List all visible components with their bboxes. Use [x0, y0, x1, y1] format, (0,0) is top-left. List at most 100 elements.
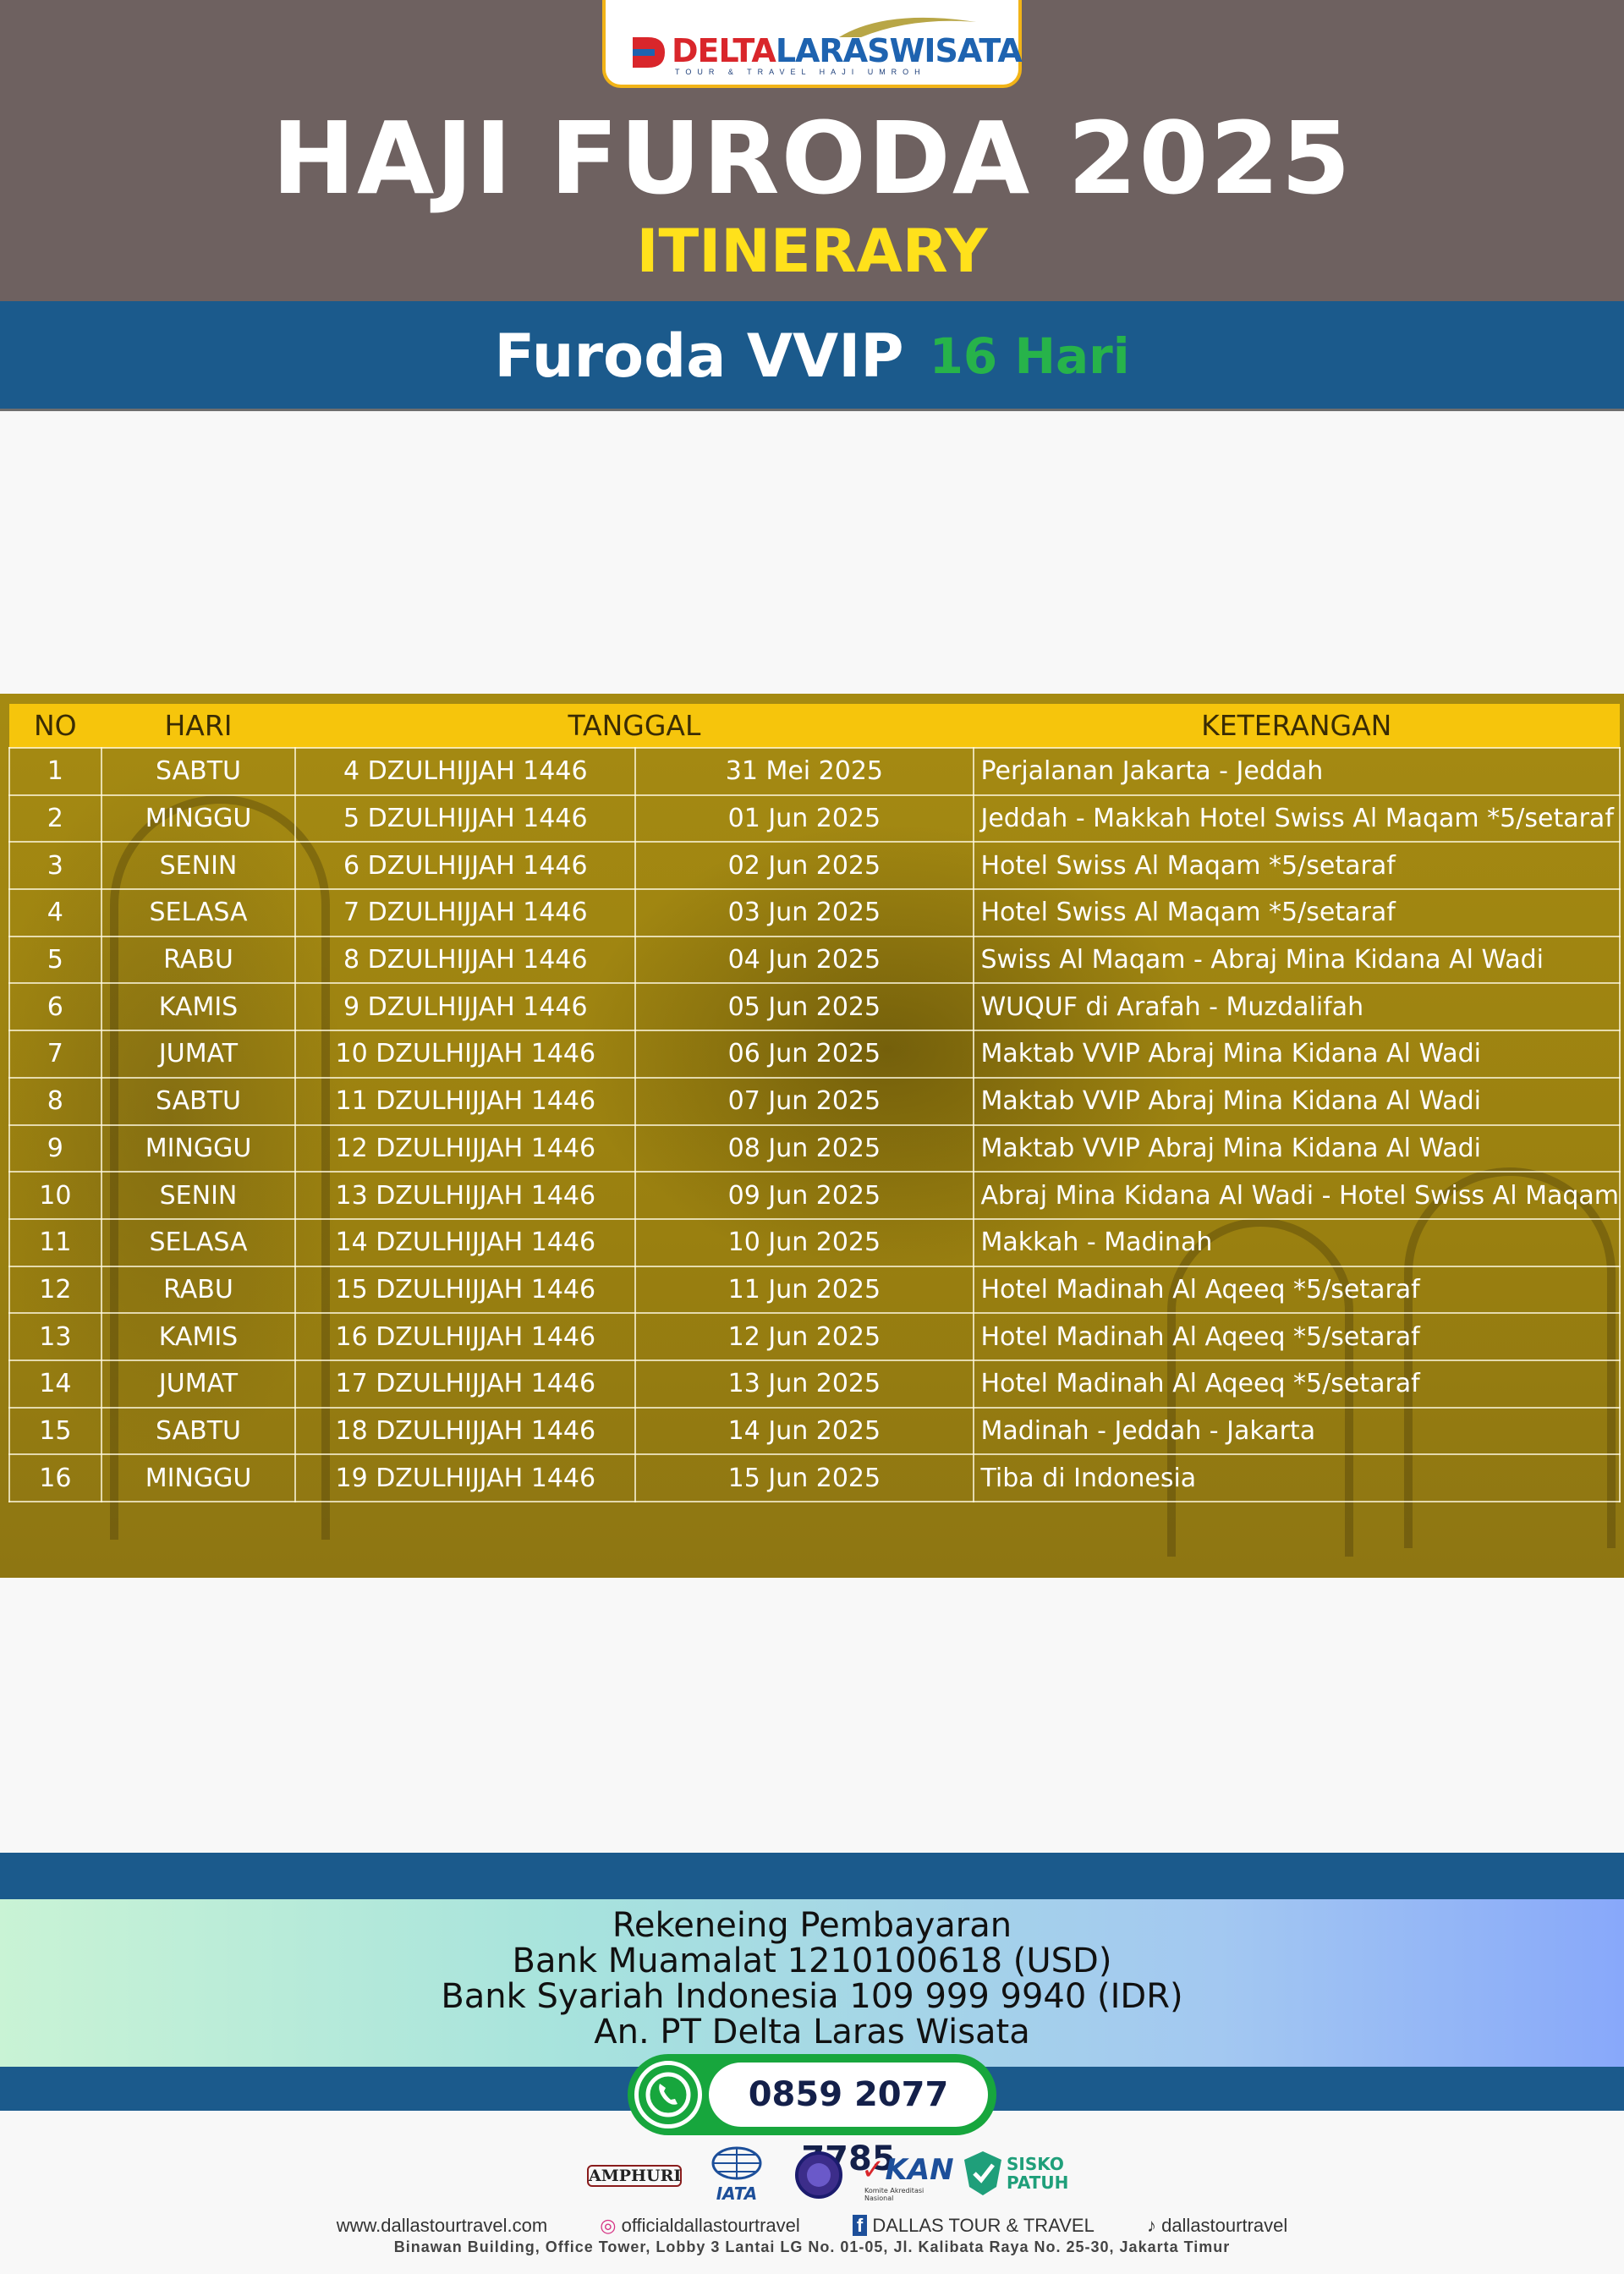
table-row: 16 MINGGU 19 DZULHIJJAH 1446 15 Jun 2025 Tib… [8, 1453, 1621, 1502]
table-row: 6 KAMIS 9 DZULHIJJAH 1446 05 Jun 2025 WUQUF … [8, 982, 1621, 1032]
cell-hijri-date: 14 DZULHIJJAH 1446 [294, 1217, 637, 1267]
cell-keterangan: Maktab VVIP Abraj Mina Kidana Al Wadi [972, 1123, 1621, 1173]
cell-keterangan: Hotel Madinah Al Aqeeq *5/setaraf [972, 1359, 1621, 1409]
cell-hijri-date: 9 DZULHIJJAH 1446 [294, 982, 637, 1032]
itinerary-page: DELTALARASWISATA TOUR & TRAVEL HAJI UMRO… [0, 0, 1624, 2274]
sisko-text: SISKO [1007, 2154, 1064, 2174]
cell-keterangan: Makkah - Madinah [972, 1217, 1621, 1267]
cell-hijri-date: 6 DZULHIJJAH 1446 [294, 841, 637, 891]
facebook-icon: f [852, 2215, 868, 2236]
cell-hari: KAMIS [100, 1312, 297, 1361]
cell-keterangan: Perjalanan Jakarta - Jeddah [972, 747, 1621, 796]
bank-muamalat: Bank Muamalat 1210100618 (USD) [512, 1942, 1112, 1980]
cell-gregorian-date: 05 Jun 2025 [634, 982, 974, 1032]
cell-gregorian-date: 04 Jun 2025 [634, 935, 974, 985]
cell-hari: KAMIS [100, 982, 297, 1032]
cell-hijri-date: 8 DZULHIJJAH 1446 [294, 935, 637, 985]
header: DELTALARASWISATA TOUR & TRAVEL HAJI UMRO… [0, 0, 1624, 301]
globe-icon [711, 2146, 762, 2180]
cell-hari: JUMAT [100, 1030, 297, 1079]
instagram-icon: ◎ [600, 2215, 617, 2236]
cell-no: 7 [8, 1030, 102, 1079]
cell-no: 3 [8, 841, 102, 891]
cell-gregorian-date: 10 Jun 2025 [634, 1217, 974, 1267]
office-address: Binawan Building, Office Tower, Lobby 3 … [393, 2238, 1231, 2255]
cell-no: 9 [8, 1123, 102, 1173]
cell-keterangan: Maktab VVIP Abraj Mina Kidana Al Wadi [972, 1076, 1621, 1126]
logo-mark-icon [633, 37, 665, 68]
cell-gregorian-date: 09 Jun 2025 [634, 1171, 974, 1220]
page-subtitle: ITINERARY [636, 217, 988, 286]
cell-hijri-date: 12 DZULHIJJAH 1446 [294, 1123, 637, 1173]
table-body: 1 SABTU 4 DZULHIJJAH 1446 31 Mei 2025 Perjal… [8, 747, 1621, 1502]
table-row: 13 KAMIS 16 DZULHIJJAH 1446 12 Jun 2025 Hote… [8, 1312, 1621, 1361]
cell-keterangan: Hotel Swiss Al Maqam *5/setaraf [972, 841, 1621, 891]
social-links: www.dallastourtravel.com ◎ officialdalla… [0, 2215, 1624, 2237]
cell-no: 10 [8, 1171, 102, 1220]
cell-keterangan: Hotel Madinah Al Aqeeq *5/setaraf [972, 1312, 1621, 1361]
cell-gregorian-date: 12 Jun 2025 [634, 1312, 974, 1361]
tiktok-link[interactable]: ♪ dallastourtravel [1147, 2215, 1287, 2236]
logo-swoosh-icon [839, 17, 976, 37]
table-row: 12 RABU 15 DZULHIJJAH 1446 11 Jun 2025 Hotel… [8, 1265, 1621, 1315]
page-title: HAJI FURODA 2025 [272, 100, 1352, 217]
cell-keterangan: Jeddah - Makkah Hotel Swiss Al Maqam *5/… [972, 794, 1621, 843]
cell-no: 1 [8, 747, 102, 796]
cell-keterangan: Tiba di Indonesia [972, 1453, 1621, 1502]
cell-hari: MINGGU [100, 1123, 297, 1173]
cell-gregorian-date: 15 Jun 2025 [634, 1453, 974, 1502]
website-link[interactable]: www.dallastourtravel.com [337, 2215, 547, 2236]
cell-keterangan: Swiss Al Maqam - Abraj Mina Kidana Al Wa… [972, 935, 1621, 985]
instagram-link[interactable]: ◎ officialdallastourtravel [600, 2215, 799, 2236]
cell-hari: SENIN [100, 1171, 297, 1220]
cell-no: 6 [8, 982, 102, 1032]
cell-gregorian-date: 13 Jun 2025 [634, 1359, 974, 1409]
cell-keterangan: Hotel Madinah Al Aqeeq *5/setaraf [972, 1265, 1621, 1315]
logo-tagline: TOUR & TRAVEL HAJI UMROH [675, 68, 926, 76]
package-name: Furoda VVIP [494, 321, 904, 391]
cell-no: 4 [8, 888, 102, 937]
itinerary-table: NO HARI TANGGAL KETERANGAN 1 SABTU 4 DZULH… [8, 704, 1621, 1502]
cell-no: 12 [8, 1265, 102, 1315]
cell-gregorian-date: 08 Jun 2025 [634, 1123, 974, 1173]
whatsapp-contact[interactable]: 0859 2077 7785 [628, 2054, 996, 2178]
bank-bsi: Bank Syariah Indonesia 109 999 9940 (IDR… [441, 1977, 1183, 2016]
logo-word-delta: DELTA [672, 32, 776, 69]
cell-hijri-date: 7 DZULHIJJAH 1446 [294, 888, 637, 937]
cell-keterangan: Hotel Swiss Al Maqam *5/setaraf [972, 888, 1621, 937]
iata-logo: IATA [699, 2145, 775, 2205]
table-row: 5 RABU 8 DZULHIJJAH 1446 04 Jun 2025 Swiss A… [8, 935, 1621, 985]
cell-hari: MINGGU [100, 1453, 297, 1502]
table-row: 3 SENIN 6 DZULHIJJAH 1446 02 Jun 2025 Hotel … [8, 841, 1621, 891]
cell-keterangan: Abraj Mina Kidana Al Wadi - Hotel Swiss … [972, 1171, 1621, 1220]
cell-no: 2 [8, 794, 102, 843]
facebook-link[interactable]: f DALLAS TOUR & TRAVEL [852, 2215, 1095, 2236]
cell-hijri-date: 4 DZULHIJJAH 1446 [294, 747, 637, 796]
cell-hijri-date: 16 DZULHIJJAH 1446 [294, 1312, 637, 1361]
cell-hari: RABU [100, 935, 297, 985]
cell-hijri-date: 17 DZULHIJJAH 1446 [294, 1359, 637, 1409]
cell-hari: JUMAT [100, 1359, 297, 1409]
brand-logo[interactable]: DELTALARASWISATA TOUR & TRAVEL HAJI UMRO… [602, 0, 1023, 88]
cell-no: 8 [8, 1076, 102, 1126]
header-hari: HARI [101, 704, 296, 748]
shield-icon [964, 2151, 1001, 2195]
cell-hijri-date: 5 DZULHIJJAH 1446 [294, 794, 637, 843]
cell-hijri-date: 10 DZULHIJJAH 1446 [294, 1030, 637, 1079]
facebook-handle: DALLAS TOUR & TRAVEL [872, 2215, 1095, 2236]
cell-keterangan: Madinah - Jeddah - Jakarta [972, 1406, 1621, 1456]
cell-keterangan: WUQUF di Arafah - Muzdalifah [972, 982, 1621, 1032]
cell-no: 16 [8, 1453, 102, 1502]
cell-keterangan: Maktab VVIP Abraj Mina Kidana Al Wadi [972, 1030, 1621, 1079]
header-no: NO [9, 704, 102, 748]
payment-info: Rekeneing Pembayaran Bank Muamalat 12101… [0, 1899, 1624, 2067]
cell-hari: SABTU [100, 1406, 297, 1456]
cell-hari: SABTU [100, 747, 297, 796]
phone-number[interactable]: 0859 2077 7785 [709, 2063, 988, 2178]
account-name: An. PT Delta Laras Wisata [594, 2013, 1030, 2052]
table-row: 14 JUMAT 17 DZULHIJJAH 1446 13 Jun 2025 Hote… [8, 1359, 1621, 1409]
itinerary-section: NO HARI TANGGAL KETERANGAN 1 SABTU 4 DZULH… [0, 694, 1624, 1578]
kan-text: KAN [885, 2153, 954, 2187]
patuh-text: PATUH [1007, 2172, 1069, 2193]
kan-caption: Komite Akreditasi Nasional [864, 2187, 924, 2202]
